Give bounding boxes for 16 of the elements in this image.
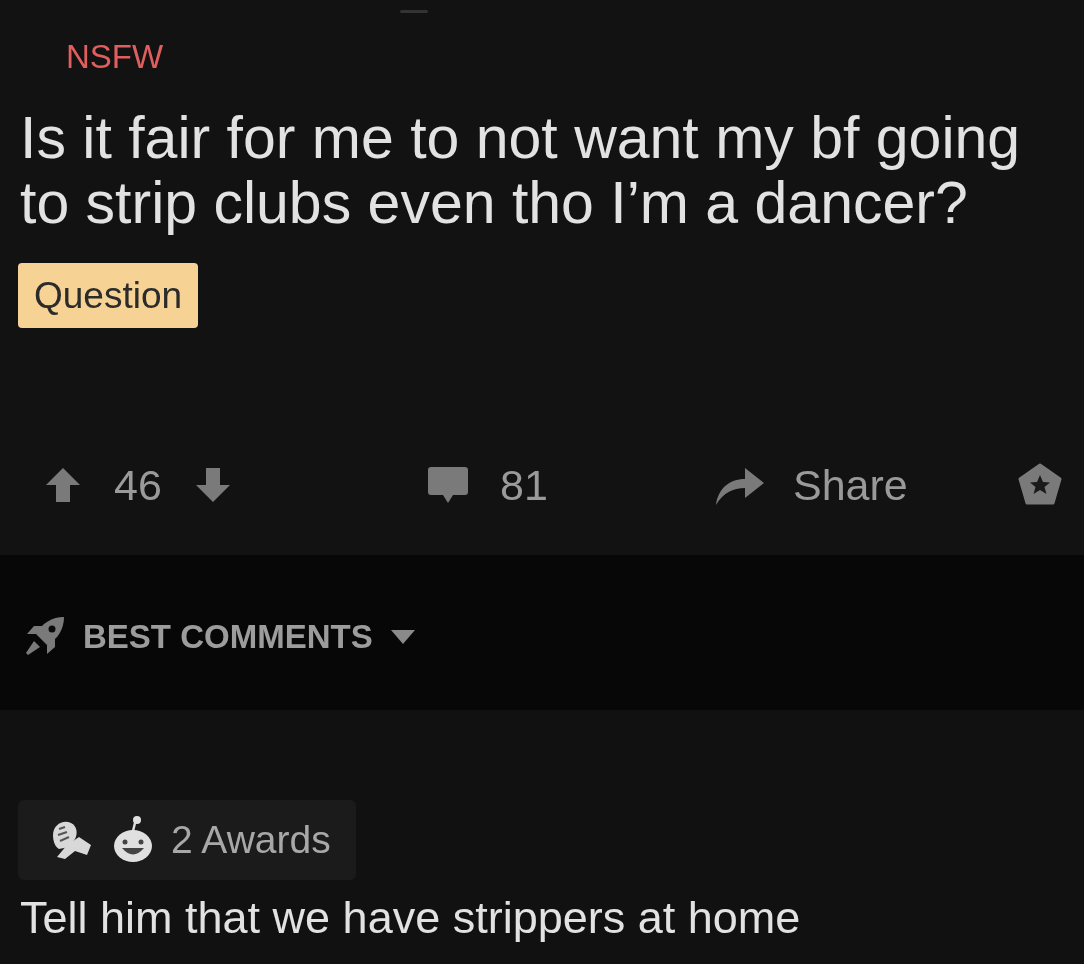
nsfw-label: NSFW	[66, 39, 164, 75]
vote-count: 46	[114, 460, 162, 510]
flair-tag: Question	[18, 263, 199, 328]
sort-dropdown[interactable]: BEST COMMENTS	[22, 614, 415, 659]
upvote-arrow-icon[interactable]	[45, 467, 81, 503]
comments-button[interactable]: 81	[428, 460, 548, 510]
post-title: Is it fair for me to not want my bf going to strip clubs even tho I’m a dancer?	[20, 106, 1022, 236]
caret-icon	[390, 629, 415, 644]
comment-bubble-icon	[428, 467, 468, 503]
comment-text: Tell him that we have strippers at home	[20, 893, 802, 943]
drag-handle[interactable]	[400, 10, 428, 13]
curved-arrow-icon	[713, 465, 765, 505]
downvote-arrow-icon[interactable]	[194, 467, 231, 503]
awards-button[interactable]: 2 Awards	[18, 800, 356, 880]
award-icon[interactable]	[1018, 463, 1062, 507]
share-button[interactable]: Share	[713, 460, 908, 510]
